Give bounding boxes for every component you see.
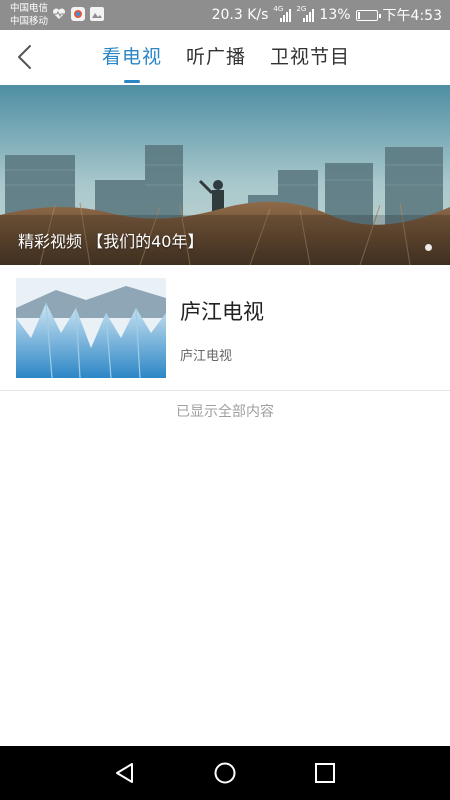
net-speed: 20.3 K/s [211,7,269,23]
tab-radio[interactable]: 听广播 [186,30,246,85]
carousel-dot [425,244,432,251]
back-arrow-icon[interactable] [14,44,36,70]
tab-bar: 看电视 听广播 卫视节目 [102,30,350,85]
gallery-icon [90,7,104,21]
channel-subtitle: 庐江电视 [180,349,233,364]
tab-label: 看电视 [102,46,163,68]
header-bar: 看电视 听广播 卫视节目 [0,30,450,85]
system-nav-bar [0,746,450,800]
tab-satellite-programs[interactable]: 卫视节目 [270,30,350,85]
channel-list-item[interactable] [0,265,450,390]
status-bar: 中国电信 中国移动 20.3 K/s 4G 2G 13% 下午4:53 [0,0,450,30]
carrier-2: 中国移动 [10,16,49,27]
all-loaded-note: 已显示全部内容 [176,404,274,420]
tab-label: 听广播 [186,46,247,68]
app-icon [71,7,85,21]
signal-4g-icon: 4G [273,6,292,22]
clock: 下午4:53 [382,8,442,24]
battery-percent: 13% [319,7,351,23]
back-triangle-icon[interactable] [112,760,138,786]
banner-caption: 精彩视频 【我们的40年】 [18,232,204,251]
battery-icon [355,9,381,21]
carrier-labels: 中国电信 中国移动 [10,2,48,28]
signal-2g-icon: 2G [296,6,315,22]
home-circle-icon[interactable] [212,760,238,786]
divider [0,390,450,391]
glacier-image [16,278,166,378]
channel-title: 庐江电视 [180,300,264,324]
notification-icons [52,7,104,21]
carrier-1: 中国电信 [10,3,49,14]
channel-thumbnail [16,278,166,378]
status-right: 20.3 K/s 4G 2G 13% 下午4:53 [212,0,442,30]
active-tab-indicator [124,80,140,83]
tab-watch-tv[interactable]: 看电视 [102,30,162,85]
tab-label: 卫视节目 [270,46,351,68]
recents-square-icon[interactable] [312,760,338,786]
heart-monitor-icon [52,8,66,19]
